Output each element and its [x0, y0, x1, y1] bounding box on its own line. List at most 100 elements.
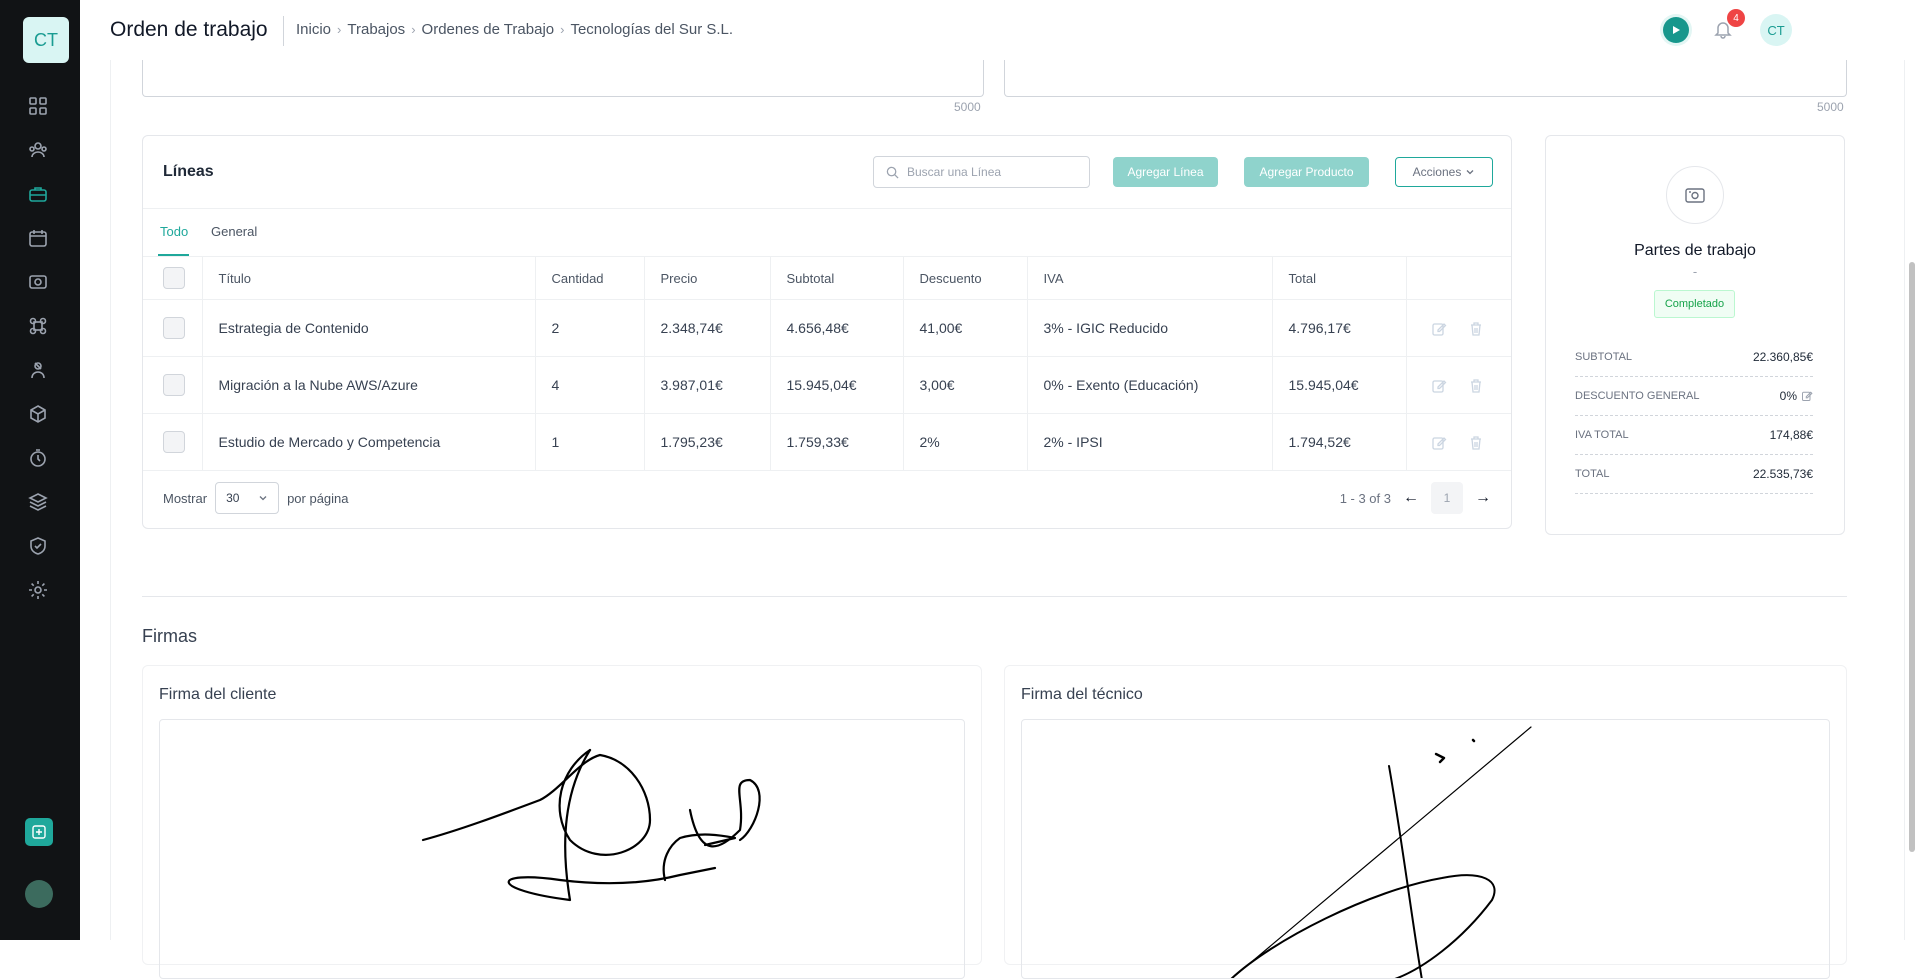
- clients-icon[interactable]: [28, 140, 52, 164]
- play-icon: [1663, 17, 1689, 43]
- app-logo[interactable]: CT: [23, 17, 69, 63]
- cell-price: 2.348,74€: [644, 299, 771, 357]
- summary-label: DESCUENTO GENERAL: [1575, 390, 1700, 402]
- modules-icon[interactable]: [28, 316, 52, 340]
- app-switcher-icon[interactable]: [25, 818, 53, 846]
- page-title: Orden de trabajo: [110, 18, 268, 41]
- breadcrumb-trabajos[interactable]: Trabajos: [347, 21, 405, 38]
- scrollbar[interactable]: [1909, 262, 1915, 852]
- cell-subtotal: 4.656,48€: [770, 299, 904, 357]
- breadcrumb-ordenes[interactable]: Ordenes de Trabajo: [422, 21, 555, 38]
- play-button[interactable]: [1660, 14, 1692, 46]
- summary-value: 22.360,85€: [1752, 350, 1813, 364]
- client-signature-title: Firma del cliente: [159, 686, 277, 703]
- actions-dropdown[interactable]: Acciones: [1395, 157, 1493, 187]
- row-checkbox[interactable]: [163, 431, 185, 453]
- search-input[interactable]: Buscar una Línea: [873, 156, 1090, 188]
- page-button[interactable]: 1: [1431, 482, 1463, 514]
- col-total[interactable]: Total: [1272, 256, 1407, 300]
- technician-signature-pad[interactable]: [1021, 719, 1830, 979]
- select-all-checkbox[interactable]: [163, 267, 185, 289]
- cell-price: 3.987,01€: [644, 356, 771, 414]
- summary-iva: IVA TOTAL 174,88€: [1575, 416, 1813, 455]
- col-titulo[interactable]: Título: [202, 256, 536, 300]
- col-precio[interactable]: Precio: [644, 256, 771, 300]
- edit-icon[interactable]: [1431, 435, 1447, 451]
- work-icon[interactable]: [28, 184, 52, 208]
- cell-qty: 1: [535, 413, 645, 471]
- parts-subtitle: -: [1692, 264, 1698, 279]
- cell-title: Migración a la Nube AWS/Azure: [202, 356, 536, 414]
- camera-icon[interactable]: [28, 272, 52, 296]
- col-cantidad[interactable]: Cantidad: [535, 256, 645, 300]
- sidebar: CT: [0, 0, 80, 940]
- arrow-right-icon[interactable]: →: [1475, 489, 1491, 507]
- settings-icon[interactable]: [28, 580, 52, 604]
- pagination: 1 - 3 of 3 ← 1 →: [1340, 482, 1491, 514]
- search-icon: [886, 166, 899, 179]
- parts-title: Partes de trabajo: [1634, 242, 1756, 259]
- pagination-left: Mostrar 30 por página: [163, 482, 1511, 514]
- main-content: 5000 5000 Líneas Buscar una Línea Agrega…: [110, 60, 1905, 979]
- technician-signature-title: Firma del técnico: [1021, 686, 1143, 703]
- calendar-icon[interactable]: [28, 228, 52, 252]
- edit-icon[interactable]: [1801, 390, 1813, 402]
- cell-qty: 4: [535, 356, 645, 414]
- summary-subtotal: SUBTOTAL 22.360,85€: [1575, 338, 1813, 377]
- account-avatar[interactable]: [25, 880, 53, 908]
- cell-iva: 3% - IGIC Reducido: [1027, 299, 1273, 357]
- edit-icon[interactable]: [1431, 378, 1447, 394]
- parts-card: Partes de trabajo - Completado SUBTOTAL …: [1545, 135, 1845, 535]
- top-header: Orden de trabajo Inicio › Trabajos › Ord…: [80, 0, 1910, 60]
- user-avatar[interactable]: CT: [1760, 14, 1792, 46]
- tech-icon[interactable]: [28, 360, 52, 384]
- signatures-title: Firmas: [142, 626, 197, 646]
- col-descuento[interactable]: Descuento: [903, 256, 1028, 300]
- edit-icon[interactable]: [1431, 321, 1447, 337]
- section-divider: [142, 596, 1847, 597]
- shield-icon[interactable]: [28, 536, 52, 560]
- chevron-right-icon: ›: [411, 22, 416, 37]
- col-subtotal[interactable]: Subtotal: [770, 256, 904, 300]
- summary-discount: DESCUENTO GENERAL 0%: [1575, 377, 1813, 416]
- notes-textarea-right[interactable]: [1004, 60, 1847, 97]
- dashboard-icon[interactable]: [28, 96, 52, 120]
- cell-title: Estudio de Mercado y Competencia: [202, 413, 536, 471]
- cell-subtotal: 15.945,04€: [770, 356, 904, 414]
- add-line-button[interactable]: Agregar Línea: [1113, 157, 1218, 187]
- row-checkbox[interactable]: [163, 317, 185, 339]
- technician-signature-image: [1230, 726, 1532, 978]
- timer-icon[interactable]: [28, 448, 52, 472]
- trash-icon[interactable]: [1468, 378, 1484, 394]
- cell-subtotal: 1.759,33€: [770, 413, 904, 471]
- per-page-label: por página: [287, 490, 349, 506]
- layers-icon[interactable]: [28, 492, 52, 516]
- lines-title: Líneas: [163, 163, 214, 180]
- actions-label: Acciones: [1412, 165, 1462, 179]
- arrow-left-icon[interactable]: ←: [1403, 489, 1419, 507]
- add-product-button[interactable]: Agregar Producto: [1244, 157, 1369, 187]
- trash-icon[interactable]: [1468, 435, 1484, 451]
- cell-discount: 2%: [903, 413, 1028, 471]
- client-signature-pad[interactable]: [159, 719, 965, 979]
- cell-total: 1.794,52€: [1272, 413, 1407, 471]
- col-actions: [1406, 256, 1511, 300]
- chevron-right-icon: ›: [337, 22, 342, 37]
- table-row: Estrategia de Contenido 2 2.348,74€ 4.65…: [143, 299, 1511, 357]
- summary-label: TOTAL: [1575, 468, 1610, 480]
- cell-iva: 2% - IPSI: [1027, 413, 1273, 471]
- per-page-select[interactable]: 30: [215, 482, 280, 514]
- notes-textarea-left[interactable]: [142, 60, 984, 97]
- table-row: Migración a la Nube AWS/Azure 4 3.987,01…: [143, 356, 1511, 414]
- tab-general[interactable]: General: [211, 224, 257, 239]
- breadcrumb-current: Tecnologías del Sur S.L.: [570, 21, 734, 38]
- breadcrumb-inicio[interactable]: Inicio: [296, 21, 331, 38]
- lines-table: Título Cantidad Precio Subtotal Descuent…: [143, 256, 1511, 471]
- integrations-icon[interactable]: [28, 404, 52, 428]
- trash-icon[interactable]: [1468, 321, 1484, 337]
- row-checkbox[interactable]: [163, 374, 185, 396]
- tab-todo[interactable]: Todo: [160, 224, 188, 239]
- chevron-right-icon: ›: [560, 22, 565, 37]
- client-signature-card: Firma del cliente: [142, 665, 982, 979]
- col-iva[interactable]: IVA: [1027, 256, 1273, 300]
